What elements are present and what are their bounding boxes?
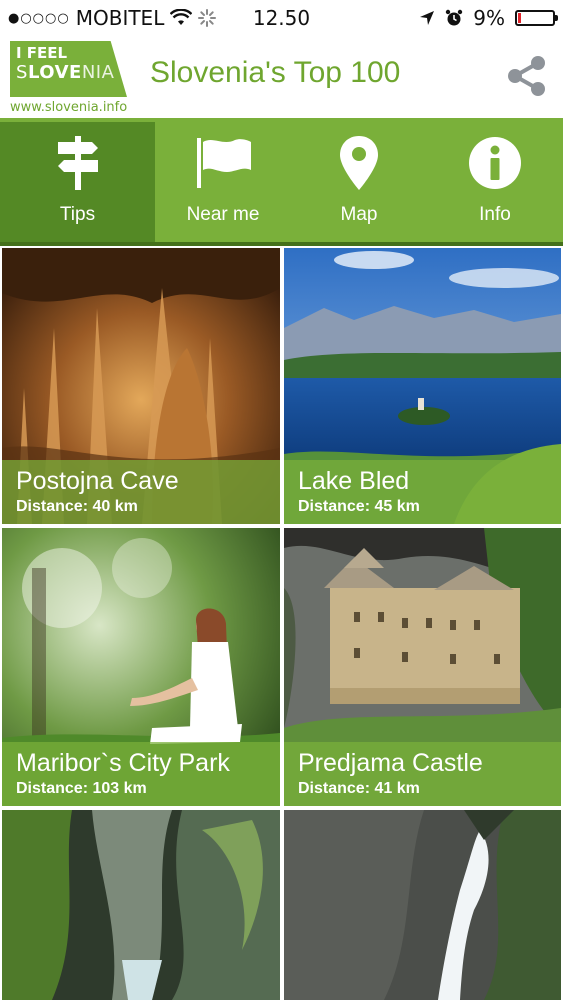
gorge-photo — [2, 810, 280, 1000]
place-name: Postojna Cave — [16, 467, 179, 495]
i-feel-slovenia-logo: I FEEL SLOVENIA — [10, 41, 127, 97]
wifi-icon — [170, 9, 193, 25]
tab-near-me[interactable]: Near me — [155, 122, 291, 244]
share-button[interactable] — [505, 54, 549, 98]
carrier-label: MOBITEL — [75, 6, 165, 30]
place-card-postojna-cave[interactable]: Postojna Cave Distance: 40 km — [2, 248, 280, 524]
tab-label: Near me — [186, 204, 260, 225]
app-header: I FEEL SLOVENIA www.slovenia.info Sloven… — [0, 36, 563, 118]
place-caption: Predjama Castle Distance: 41 km — [284, 742, 561, 806]
place-caption: Maribor`s City Park Distance: 103 km — [2, 742, 280, 806]
place-caption: Postojna Cave Distance: 40 km — [2, 460, 280, 524]
status-bar: ●○○○○ MOBITEL 12.50 9% — [0, 0, 563, 36]
tab-label: Tips — [59, 204, 96, 225]
tab-map[interactable]: Map — [291, 122, 427, 244]
place-card-waterfall[interactable] — [284, 810, 561, 1000]
info-icon — [469, 137, 521, 189]
signal-dots-icon: ●○○○○ — [8, 10, 70, 26]
place-caption: Lake Bled Distance: 45 km — [284, 460, 561, 524]
place-distance: Distance: 103 km — [16, 780, 147, 797]
place-card-predjama-castle[interactable]: Predjama Castle Distance: 41 km — [284, 528, 561, 806]
place-name: Predjama Castle — [298, 749, 483, 777]
page-title: Slovenia's Top 100 — [150, 56, 401, 89]
place-card-gorge[interactable] — [2, 810, 280, 1000]
location-arrow-icon — [420, 11, 435, 25]
place-name: Lake Bled — [298, 467, 410, 495]
flag-icon — [197, 138, 251, 188]
signpost-icon — [57, 136, 98, 190]
tab-label: Map — [340, 204, 378, 225]
places-grid: Postojna Cave Distance: 40 km Lake Bled … — [0, 246, 563, 1000]
waterfall-photo — [284, 810, 561, 1000]
battery-icon — [515, 10, 558, 26]
alarm-icon — [446, 9, 463, 26]
place-name: Maribor`s City Park — [16, 749, 230, 777]
logo-url[interactable]: www.slovenia.info — [10, 100, 127, 115]
place-card-lake-bled[interactable]: Lake Bled Distance: 45 km — [284, 248, 561, 524]
tab-info[interactable]: Info — [427, 122, 563, 244]
activity-spinner-icon — [198, 9, 217, 27]
tab-tips[interactable]: Tips — [0, 122, 155, 244]
place-distance: Distance: 45 km — [298, 498, 420, 515]
share-icon — [508, 56, 545, 96]
place-distance: Distance: 41 km — [298, 780, 420, 797]
place-distance: Distance: 40 km — [16, 498, 138, 515]
battery-percent: 9% — [473, 6, 505, 30]
tab-bar: Tips Near me Map Info — [0, 122, 563, 244]
tab-label: Info — [479, 204, 511, 225]
map-pin-icon — [340, 136, 378, 190]
clock: 12.50 — [252, 6, 311, 30]
place-card-maribor-city-park[interactable]: Maribor`s City Park Distance: 103 km — [2, 528, 280, 806]
